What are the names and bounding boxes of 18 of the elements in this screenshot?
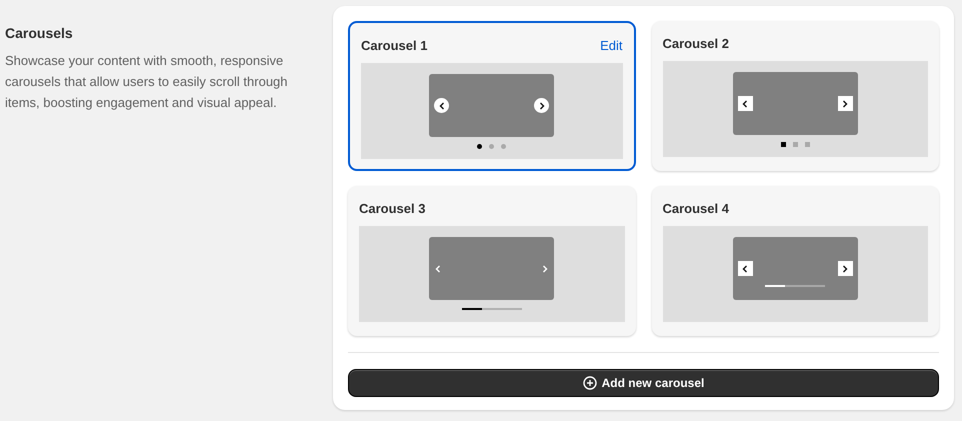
carousel-card[interactable]: Carousel 1 Edit xyxy=(348,21,636,171)
edit-link[interactable]: Edit xyxy=(600,36,622,56)
chevron-icon[interactable] xyxy=(438,102,446,110)
card-title: Carousel 2 xyxy=(662,35,729,54)
chevron-icon[interactable] xyxy=(841,100,850,108)
card-title: Carousel 3 xyxy=(359,200,426,218)
section-description: Showcase your content with smooth, responsive carousels that allow users to easily scroll through items, boosting engagement and visual appeal. xyxy=(5,52,289,112)
card-title: Carousel 4 xyxy=(662,200,729,218)
carousel-card[interactable]: Carousel 2 xyxy=(652,21,939,171)
card-title: Carousel 1 xyxy=(361,37,428,56)
chevron-icon[interactable] xyxy=(841,264,850,272)
chevron-icon[interactable] xyxy=(538,102,546,110)
add-carousel-button[interactable]: Add new carousel xyxy=(348,369,939,397)
carousel-card[interactable]: Carousel 4 xyxy=(652,186,939,336)
section-title: Carousels xyxy=(5,24,74,43)
chevron-icon[interactable] xyxy=(741,264,750,272)
chevron-icon[interactable] xyxy=(741,100,750,108)
plus-circle-icon xyxy=(582,376,597,390)
